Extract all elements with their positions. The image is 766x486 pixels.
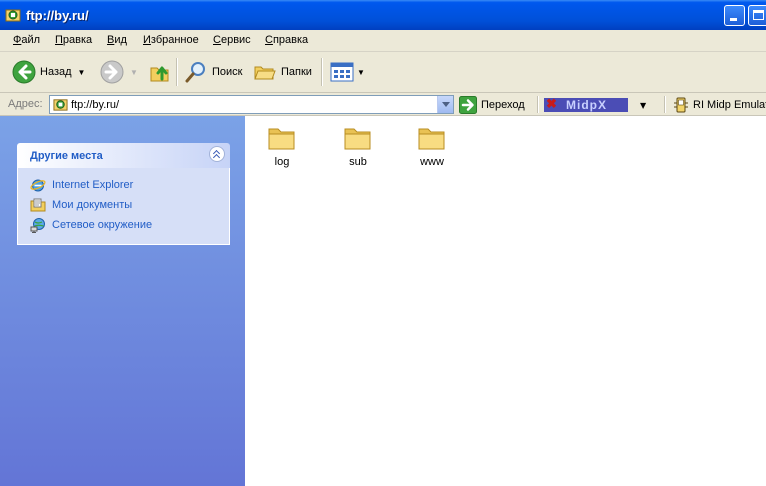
maximize-button[interactable]	[748, 5, 766, 26]
midpx-logo: MidpX	[544, 97, 628, 112]
place-label: Мои документы	[52, 199, 133, 211]
forward-dropdown-icon[interactable]: ▼	[130, 68, 138, 77]
folder-item-www[interactable]: www	[402, 124, 462, 168]
ri-midp-label: RI Midp Emulator	[693, 99, 766, 111]
views-icon	[330, 62, 354, 82]
ie-icon	[30, 179, 46, 192]
ri-midp-emulator-link[interactable]: RI Midp Emulator	[673, 96, 766, 114]
menu-bar: Файл Правка Вид Избранное Сервис Справка	[0, 30, 766, 52]
search-icon	[185, 62, 205, 83]
address-bar: Адрес: Переход MidpX ▼ RI Midp Emulator	[0, 93, 766, 116]
up-button[interactable]	[148, 52, 172, 92]
search-label: Поиск	[212, 66, 243, 78]
back-arrow-icon	[12, 60, 36, 84]
forward-arrow-icon	[100, 60, 124, 84]
address-input[interactable]	[71, 97, 431, 112]
go-label: Переход	[481, 98, 525, 111]
folders-button[interactable]: Папки	[253, 52, 312, 92]
other-places-body: Internet Explorer Мои документы Сетевое …	[17, 168, 230, 245]
forward-button[interactable]: ▼	[100, 52, 138, 92]
up-folder-icon	[150, 66, 169, 82]
midpx-dropdown-icon[interactable]: ▼	[640, 101, 646, 110]
midpx-link[interactable]: MidpX ▼	[544, 96, 646, 114]
address-dropdown-button[interactable]	[437, 96, 453, 113]
other-places-header[interactable]: Другие места	[17, 143, 230, 168]
network-icon	[30, 218, 45, 233]
other-places-title: Другие места	[30, 150, 103, 162]
menu-help[interactable]: Справка	[265, 34, 308, 46]
go-arrow-icon	[459, 95, 477, 114]
ftp-folder-icon	[53, 99, 68, 111]
place-network[interactable]: Сетевое окружение	[30, 216, 152, 234]
title-bar[interactable]: ftp://by.ru/	[0, 0, 766, 30]
toolbar: Назад ▼ ▼ Поиск Папки ▼	[0, 52, 766, 93]
folder-name: sub	[349, 156, 367, 168]
folder-item-sub[interactable]: sub	[328, 124, 388, 168]
folder-name: www	[420, 156, 444, 168]
address-combobox[interactable]	[49, 95, 454, 114]
folder-icon	[344, 128, 371, 150]
address-label: Адрес:	[8, 98, 43, 110]
views-button[interactable]: ▼	[330, 52, 365, 92]
folders-label: Папки	[281, 66, 312, 78]
place-internet-explorer[interactable]: Internet Explorer	[30, 176, 133, 194]
menu-edit[interactable]: Правка	[55, 34, 92, 46]
back-dropdown-icon[interactable]: ▼	[78, 68, 86, 77]
task-pane: Другие места Internet Explorer Мои докум…	[0, 116, 245, 486]
file-list[interactable]: log sub www	[245, 116, 766, 486]
go-button[interactable]: Переход	[459, 95, 525, 114]
folder-icon	[268, 128, 295, 150]
menu-favorites[interactable]: Избранное	[143, 34, 199, 46]
window-title: ftp://by.ru/	[26, 8, 89, 23]
folder-item-log[interactable]: log	[252, 124, 312, 168]
place-label: Internet Explorer	[52, 179, 134, 191]
place-label: Сетевое окружение	[52, 219, 153, 231]
folder-icon	[418, 128, 445, 150]
place-my-documents[interactable]: Мои документы	[30, 196, 132, 214]
folder-name: log	[274, 156, 290, 168]
ftp-folder-icon	[5, 9, 21, 22]
back-button[interactable]: Назад ▼	[12, 52, 85, 92]
menu-view[interactable]: Вид	[107, 34, 127, 46]
other-places-panel: Другие места Internet Explorer Мои докум…	[17, 143, 230, 245]
back-label: Назад	[40, 66, 72, 78]
collapse-chevron-icon[interactable]	[209, 146, 225, 162]
menu-tools[interactable]: Сервис	[213, 34, 251, 46]
views-dropdown-icon[interactable]: ▼	[357, 68, 365, 77]
search-button[interactable]: Поиск	[184, 52, 242, 92]
my-documents-icon	[30, 198, 46, 212]
folders-icon	[254, 66, 276, 80]
emulator-icon	[674, 97, 688, 113]
minimize-button[interactable]	[724, 5, 745, 26]
menu-file[interactable]: Файл	[13, 34, 40, 46]
